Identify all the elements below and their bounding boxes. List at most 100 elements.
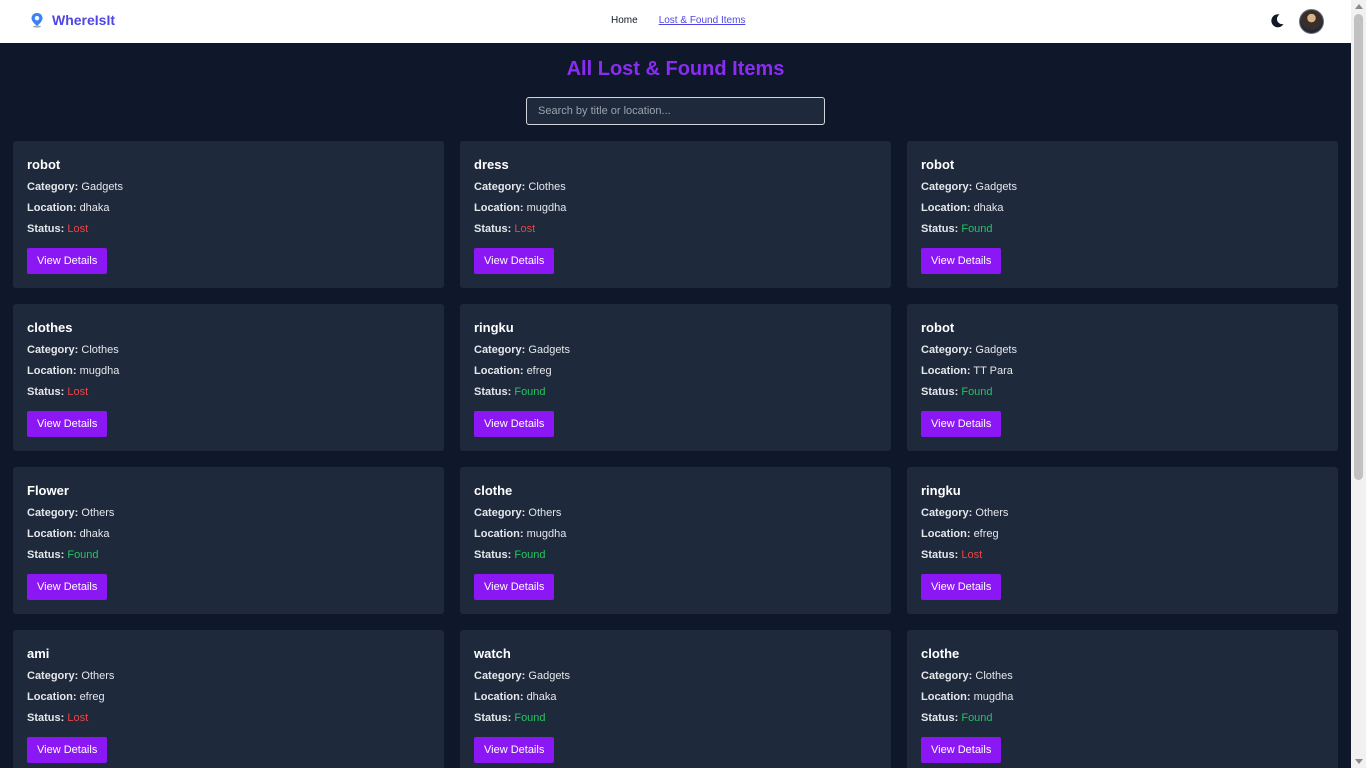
view-details-button[interactable]: View Details	[921, 411, 1002, 437]
category-label: Category:	[474, 344, 526, 356]
item-title: clothe	[921, 646, 960, 661]
view-details-button[interactable]: View Details	[27, 411, 108, 437]
category-value: Clothes	[975, 670, 1013, 682]
status-value: Lost	[67, 712, 89, 724]
category-value: Others	[528, 507, 562, 519]
status-value: Found	[961, 386, 993, 398]
view-details-button[interactable]: View Details	[474, 574, 555, 600]
item-status: Status: Lost	[921, 549, 1324, 561]
item-location: Location: dhaka	[921, 202, 1324, 214]
item-card: clothe Category: Clothes Location: mugdh…	[907, 630, 1338, 768]
item-category: Category: Others	[27, 670, 430, 682]
search-input[interactable]	[526, 97, 825, 125]
map-pin-icon	[31, 13, 43, 28]
location-label: Location:	[921, 691, 971, 703]
view-details-button[interactable]: View Details	[921, 248, 1002, 274]
moon-icon[interactable]	[1269, 13, 1285, 29]
item-title: dress	[474, 157, 509, 172]
user-avatar[interactable]	[1299, 9, 1324, 34]
category-value: Others	[975, 507, 1009, 519]
item-title: Flower	[27, 483, 69, 498]
view-details-button[interactable]: View Details	[27, 574, 108, 600]
category-value: Gadgets	[975, 344, 1017, 356]
location-label: Location:	[921, 365, 971, 377]
item-title: robot	[27, 157, 61, 172]
view-details-button[interactable]: View Details	[921, 737, 1002, 763]
status-value: Found	[67, 549, 99, 561]
category-label: Category:	[474, 670, 526, 682]
brand-name: WhereIsIt	[52, 12, 116, 28]
location-label: Location:	[474, 365, 524, 377]
item-category: Category: Gadgets	[474, 670, 877, 682]
status-value: Lost	[67, 223, 89, 235]
item-status: Status: Found	[474, 549, 877, 561]
page-scrollbar[interactable]	[1351, 0, 1366, 768]
status-label: Status:	[474, 549, 512, 561]
item-location: Location: dhaka	[474, 691, 877, 703]
item-status: Status: Found	[474, 712, 877, 724]
category-label: Category:	[921, 670, 973, 682]
location-value: mugdha	[973, 691, 1014, 703]
view-details-button[interactable]: View Details	[921, 574, 1002, 600]
items-grid: robot Category: Gadgets Location: dhaka …	[13, 141, 1338, 768]
item-title: watch	[474, 646, 511, 661]
category-label: Category:	[27, 670, 79, 682]
view-details-button[interactable]: View Details	[27, 737, 108, 763]
category-value: Gadgets	[528, 670, 570, 682]
item-location: Location: dhaka	[27, 202, 430, 214]
category-label: Category:	[921, 344, 973, 356]
item-location: Location: efreg	[27, 691, 430, 703]
location-value: dhaka	[973, 202, 1004, 214]
item-location: Location: TT Para	[921, 365, 1324, 377]
view-details-button[interactable]: View Details	[474, 411, 555, 437]
location-label: Location:	[27, 365, 77, 377]
nav-link-lost-found-items[interactable]: Lost & Found Items	[659, 15, 746, 26]
status-label: Status:	[921, 386, 959, 398]
category-label: Category:	[27, 344, 79, 356]
category-value: Others	[81, 670, 115, 682]
category-value: Clothes	[81, 344, 119, 356]
location-value: mugdha	[79, 365, 120, 377]
category-label: Category:	[474, 507, 526, 519]
item-card: dress Category: Clothes Location: mugdha…	[460, 141, 891, 288]
scroll-up-arrow-icon[interactable]	[1355, 4, 1363, 9]
item-category: Category: Gadgets	[27, 181, 430, 193]
item-card: clothes Category: Clothes Location: mugd…	[13, 304, 444, 451]
status-label: Status:	[27, 549, 65, 561]
category-label: Category:	[27, 181, 79, 193]
item-card: ami Category: Others Location: efreg Sta…	[13, 630, 444, 768]
category-label: Category:	[921, 181, 973, 193]
item-category: Category: Gadgets	[921, 181, 1324, 193]
item-title: robot	[921, 320, 955, 335]
status-value: Lost	[961, 549, 983, 561]
item-status: Status: Found	[474, 386, 877, 398]
status-value: Found	[961, 223, 993, 235]
item-card: clothe Category: Others Location: mugdha…	[460, 467, 891, 614]
nav-link-home[interactable]: Home	[611, 15, 638, 26]
item-title: ringku	[474, 320, 514, 335]
item-category: Category: Gadgets	[921, 344, 1324, 356]
item-title: clothes	[27, 320, 73, 335]
item-status: Status: Found	[921, 712, 1324, 724]
item-status: Status: Lost	[27, 223, 430, 235]
scroll-down-arrow-icon[interactable]	[1355, 759, 1363, 764]
category-value: Gadgets	[81, 181, 123, 193]
location-value: dhaka	[79, 202, 110, 214]
view-details-button[interactable]: View Details	[474, 248, 555, 274]
nav-links: Home Lost & Found Items	[611, 15, 745, 26]
status-value: Found	[514, 712, 546, 724]
view-details-button[interactable]: View Details	[27, 248, 108, 274]
category-value: Clothes	[528, 181, 566, 193]
item-title: ringku	[921, 483, 961, 498]
location-value: efreg	[526, 365, 552, 377]
item-status: Status: Found	[921, 223, 1324, 235]
item-category: Category: Others	[27, 507, 430, 519]
view-details-button[interactable]: View Details	[474, 737, 555, 763]
scroll-thumb[interactable]	[1354, 14, 1363, 480]
item-location: Location: efreg	[921, 528, 1324, 540]
item-status: Status: Lost	[27, 712, 430, 724]
location-label: Location:	[27, 691, 77, 703]
item-location: Location: mugdha	[474, 528, 877, 540]
status-label: Status:	[474, 386, 512, 398]
brand-logo-link[interactable]: WhereIsIt	[30, 12, 115, 28]
